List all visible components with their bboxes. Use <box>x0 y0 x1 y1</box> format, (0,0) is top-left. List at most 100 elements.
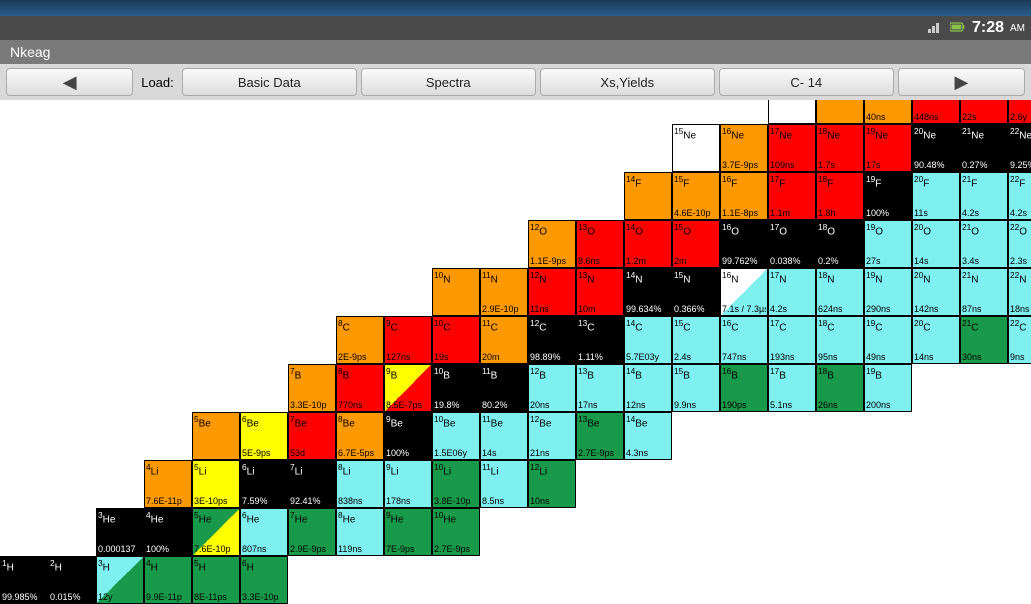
nuclide-cell[interactable]: 15C2.4s <box>672 316 720 364</box>
nuclide-cell[interactable]: 19Ne17s <box>864 124 912 172</box>
nuclide-cell[interactable]: 17Ne109ns <box>768 124 816 172</box>
nuclide-cell[interactable]: 17F1.1m <box>768 172 816 220</box>
nuclide-cell[interactable]: 9Be100% <box>384 412 432 460</box>
nuclide-cell[interactable]: 12O1.1E-9ps <box>528 220 576 268</box>
nuclide-cell[interactable]: 18N624ns <box>816 268 864 316</box>
nuclide-cell[interactable]: 11B80.2% <box>480 364 528 412</box>
nuclide-cell[interactable]: 14C5.7E03y <box>624 316 672 364</box>
nuclide-cell[interactable]: 6Li7.59% <box>240 460 288 508</box>
nuclide-cell[interactable]: 20Na448ns <box>912 100 960 124</box>
nuclide-cell[interactable]: 15Ne <box>672 124 720 172</box>
nuclide-cell[interactable]: 5Be <box>192 412 240 460</box>
nuclide-cell[interactable]: 18O0.2% <box>816 220 864 268</box>
nuclide-cell[interactable]: 10Li3.8E-10p <box>432 460 480 508</box>
nuclide-cell[interactable]: 17O0.038% <box>768 220 816 268</box>
nuclide-cell[interactable]: 16Ne3.7E-9ps <box>720 124 768 172</box>
nuclide-cell[interactable]: 6He807ns <box>240 508 288 556</box>
nuclide-cell[interactable]: 5H8E-11ps <box>192 556 240 604</box>
nuclide-cell[interactable]: 20C14ns <box>912 316 960 364</box>
nuclide-cell[interactable]: 11Be14s <box>480 412 528 460</box>
nuclide-cell[interactable]: 13O8.6ns <box>576 220 624 268</box>
nuclide-cell[interactable]: 15O2m <box>672 220 720 268</box>
nuclide-cell[interactable]: 21C30ns <box>960 316 1008 364</box>
nuclide-cell[interactable]: 21Na22s <box>960 100 1008 124</box>
nuclide-cell[interactable]: 11C20m <box>480 316 528 364</box>
nuclide-cell[interactable]: 10C19s <box>432 316 480 364</box>
nuclide-cell[interactable]: 21O3.4s <box>960 220 1008 268</box>
nuclide-cell[interactable]: 18B26ns <box>816 364 864 412</box>
nuclide-cell[interactable]: 7He2.9E-9ps <box>288 508 336 556</box>
nuclide-cell[interactable]: 22Na2.6y <box>1008 100 1031 124</box>
nuclide-cell[interactable]: 20O14s <box>912 220 960 268</box>
nuclide-cell[interactable]: 12Li10ns <box>528 460 576 508</box>
tab-spectra[interactable]: Spectra <box>361 68 536 96</box>
nuclide-cell[interactable]: 19N290ns <box>864 268 912 316</box>
nuclide-cell[interactable]: 20N142ns <box>912 268 960 316</box>
next-button[interactable]: ▶ <box>898 68 1025 96</box>
tab-basic-data[interactable]: Basic Data <box>182 68 357 96</box>
nuclide-cell[interactable]: 19C49ns <box>864 316 912 364</box>
nuclide-cell[interactable]: 12Be21ns <box>528 412 576 460</box>
nuclide-cell[interactable]: 15N0.366% <box>672 268 720 316</box>
nuclide-cell[interactable]: 10B19.8% <box>432 364 480 412</box>
nuclide-cell[interactable]: 22F4.2s <box>1008 172 1031 220</box>
nuclide-cell[interactable]: 17C193ns <box>768 316 816 364</box>
nuclide-cell[interactable]: 9He7E-9ps <box>384 508 432 556</box>
nuclide-cell[interactable]: 19F100% <box>864 172 912 220</box>
nuclide-cell[interactable]: 14N99.634% <box>624 268 672 316</box>
nuclide-cell[interactable]: 16F1.1E-8ps <box>720 172 768 220</box>
nuclide-cell[interactable]: 18F1.8h <box>816 172 864 220</box>
nuclide-cell[interactable]: 16B190ps <box>720 364 768 412</box>
nuclide-cell[interactable]: 8Li838ns <box>336 460 384 508</box>
nuclide-cell[interactable]: 5He7.6E-10p <box>192 508 240 556</box>
tab-c14[interactable]: C- 14 <box>719 68 894 96</box>
nuclide-cell[interactable]: 8Be6.7E-5ps <box>336 412 384 460</box>
nuclide-cell[interactable]: 12C98.89% <box>528 316 576 364</box>
nuclide-cell[interactable]: 4He100% <box>144 508 192 556</box>
nuclide-cell[interactable]: 8He119ns <box>336 508 384 556</box>
nuclide-cell[interactable]: 22C9ns <box>1008 316 1031 364</box>
nuclide-cell[interactable]: 7Li92.41% <box>288 460 336 508</box>
nuclide-cell[interactable]: 13N10m <box>576 268 624 316</box>
nuclide-cell[interactable]: 18Na <box>816 100 864 124</box>
nuclide-cell[interactable]: 14Be4.3ns <box>624 412 672 460</box>
nuclide-cell[interactable]: 9C127ns <box>384 316 432 364</box>
nuclide-cell[interactable]: 9Li178ns <box>384 460 432 508</box>
nuclide-cell[interactable]: 7Be53d <box>288 412 336 460</box>
nuclide-cell[interactable]: 8B770ns <box>336 364 384 412</box>
nuclide-cell[interactable]: 19B200ns <box>864 364 912 412</box>
nuclide-cell[interactable]: 4H9.9E-11p <box>144 556 192 604</box>
nuclide-cell[interactable]: 21Ne0.27% <box>960 124 1008 172</box>
nuclide-cell[interactable]: 18Ne1.7s <box>816 124 864 172</box>
nuclide-cell[interactable]: 16N7.1s / 7.3µs <box>720 268 768 316</box>
nuclide-cell[interactable]: 16C747ns <box>720 316 768 364</box>
nuclide-cell[interactable]: 20F11s <box>912 172 960 220</box>
nuclide-cell[interactable]: 5Li3E-10ps <box>192 460 240 508</box>
nuclide-cell[interactable]: 9B8.5E-7ps <box>384 364 432 412</box>
nuclide-cell[interactable]: 17B5.1ns <box>768 364 816 412</box>
nuclide-cell[interactable]: 6H3.3E-10p <box>240 556 288 604</box>
tab-xs-yields[interactable]: Xs,Yields <box>540 68 715 96</box>
nuclide-cell[interactable]: 14O1.2m <box>624 220 672 268</box>
nuclide-cell[interactable]: 21N87ns <box>960 268 1008 316</box>
nuclide-cell[interactable]: 20Ne90.48% <box>912 124 960 172</box>
nuclide-cell[interactable]: 11N2.9E-10p <box>480 268 528 316</box>
nuclide-cell[interactable]: 7B3.3E-10p <box>288 364 336 412</box>
nuclide-cell[interactable]: 10Be1.5E06y <box>432 412 480 460</box>
nuclide-cell[interactable]: 22N18ns <box>1008 268 1031 316</box>
nuclide-cell[interactable]: 19O27s <box>864 220 912 268</box>
prev-button[interactable]: ◀ <box>6 68 133 96</box>
nuclide-cell[interactable]: 22O2.3s <box>1008 220 1031 268</box>
nuclide-cell[interactable]: 17Na <box>768 100 816 124</box>
nuclide-cell[interactable]: 10N <box>432 268 480 316</box>
nuclide-cell[interactable]: 4Li7.6E-11p <box>144 460 192 508</box>
nuclide-cell[interactable]: 3He0.000137 <box>96 508 144 556</box>
nuclide-cell[interactable]: 12B20ns <box>528 364 576 412</box>
nuclide-cell[interactable]: 22Ne9.25% <box>1008 124 1031 172</box>
nuclide-cell[interactable]: 13Be2.7E-9ps <box>576 412 624 460</box>
nuclide-cell[interactable]: 19Na40ns <box>864 100 912 124</box>
nuclide-cell[interactable]: 1H99.985% <box>0 556 48 604</box>
nuclide-cell[interactable]: 15B9.9ns <box>672 364 720 412</box>
nuclide-cell[interactable]: 14B12ns <box>624 364 672 412</box>
nuclide-cell[interactable]: 21F4.2s <box>960 172 1008 220</box>
